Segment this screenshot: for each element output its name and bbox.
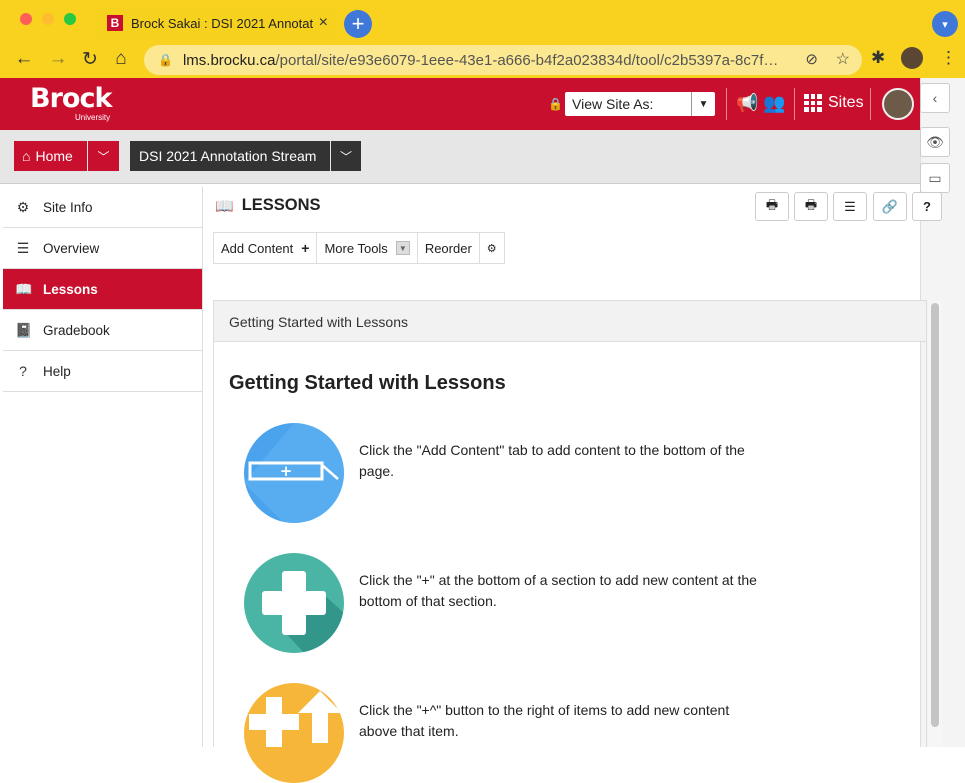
url-text: lms.brocku.ca/portal/site/e93e6079-1eee-…	[182, 51, 779, 69]
tool-lessons[interactable]: 📖 Lessons	[3, 269, 202, 310]
current-site-button[interactable]: DSI 2021 Annotation Stream	[130, 141, 330, 171]
add-content-label: Add Content	[221, 240, 294, 256]
tool-label: Help	[43, 363, 71, 379]
step-2-text: Click the "+" at the bottom of a section…	[359, 572, 757, 609]
gear-icon: ⚙	[16, 198, 30, 215]
help-icon: ?	[923, 199, 931, 214]
tool-site-info[interactable]: ⚙ Site Info	[3, 187, 202, 228]
print-view-button[interactable]: 🖶	[755, 192, 789, 221]
lock-icon: 🔒	[548, 97, 563, 111]
megaphone-icon[interactable]: 📢	[736, 93, 758, 114]
reorder-button[interactable]: Reorder	[418, 233, 480, 263]
view-site-as-select[interactable]: View Site As: ▼	[565, 92, 715, 116]
list-icon: ☰	[16, 239, 30, 256]
home-icon[interactable]: ⌂	[110, 48, 132, 70]
chevron-down-icon: ▼	[691, 92, 715, 116]
chevron-down-icon: ﹀	[97, 149, 110, 164]
tool-menu: ⚙ Site Info ☰ Overview 📖 Lessons 📓 Grade…	[3, 187, 203, 747]
index-button[interactable]: ☰	[833, 192, 867, 221]
tool-label: Overview	[43, 240, 100, 256]
home-icon: ⌂	[22, 148, 31, 164]
gradebook-icon: 📓	[15, 321, 33, 338]
gear-icon: ⚙	[486, 242, 497, 255]
forward-arrow-icon[interactable]: →	[47, 48, 69, 70]
step-1-text: Click the "Add Content" tab to add conte…	[359, 442, 745, 479]
home-dropdown-button[interactable]: ﹀	[88, 141, 119, 171]
close-window-dot[interactable]	[20, 13, 32, 25]
print-button[interactable]: 🖶	[794, 192, 828, 221]
scrollbar-thumb[interactable]	[931, 303, 939, 727]
tool-help[interactable]: ? Help	[3, 351, 202, 392]
tab-title: Brock Sakai : DSI 2021 Annotat	[131, 15, 314, 31]
profile-menu-icon[interactable]: ▾	[932, 11, 958, 37]
user-avatar[interactable]	[882, 88, 914, 120]
tool-label: Gradebook	[43, 322, 110, 338]
new-tab-button[interactable]: +	[344, 10, 372, 38]
plus-up-illustration	[244, 683, 344, 783]
more-tools-label: More Tools	[324, 240, 388, 256]
more-tools-button[interactable]: More Tools ▼	[317, 233, 418, 263]
link-button[interactable]: 🔗	[873, 192, 907, 221]
header-divider	[870, 88, 871, 120]
print-icon: 🖶	[804, 196, 818, 212]
reload-icon[interactable]: ↻	[79, 48, 101, 70]
tool-label: Site Info	[43, 199, 93, 215]
scrollbar[interactable]	[928, 300, 942, 747]
home-site-label: Home	[35, 148, 73, 164]
grid-icon	[804, 94, 822, 112]
maximize-window-dot[interactable]	[64, 13, 76, 25]
home-site-button[interactable]: ⌂ Home	[14, 141, 87, 171]
add-content-button[interactable]: Add Content +	[214, 233, 318, 263]
plus-illustration	[244, 553, 344, 653]
sites-button[interactable]: Sites	[804, 94, 864, 112]
favicon: B	[107, 15, 123, 31]
minimize-window-dot[interactable]	[42, 13, 54, 25]
lessons-panel: Getting Started with Lessons	[213, 300, 927, 747]
chevron-down-icon: ▼	[395, 241, 410, 255]
collapse-chevron-icon[interactable]: ‹	[920, 83, 950, 113]
book-open-icon: 📖	[15, 280, 33, 297]
panel-header: Getting Started with Lessons	[214, 301, 926, 342]
note-icon[interactable]: ▭	[920, 163, 950, 193]
step-3-text: Click the "+^" button to the right of it…	[359, 702, 730, 739]
settings-button[interactable]: ⚙	[480, 233, 504, 263]
help-icon: ?	[19, 363, 27, 379]
list-icon: ☰	[844, 198, 856, 214]
tab-close-icon[interactable]: ×	[319, 14, 328, 32]
view-site-as-label: View Site As:	[572, 96, 654, 112]
book-open-icon: 📖	[215, 197, 234, 215]
eye-icon[interactable]: 👁	[920, 127, 950, 157]
print-icon: 🖶	[765, 196, 779, 212]
site-dropdown-button[interactable]: ﹀	[331, 141, 361, 171]
tool-label: Lessons	[43, 281, 98, 297]
chevron-down-icon: ﹀	[339, 149, 352, 164]
extensions-icon[interactable]: ✱	[871, 48, 885, 68]
help-button[interactable]: ?	[912, 192, 942, 221]
page-title: 📖 LESSONS	[215, 196, 321, 215]
browser-tab[interactable]: B Brock Sakai : DSI 2021 Annotat ×	[97, 6, 338, 40]
lock-icon: 🔒	[158, 53, 173, 67]
svg-text:+: +	[280, 462, 293, 480]
link-icon: 🔗	[881, 198, 899, 214]
sites-label: Sites	[828, 94, 864, 111]
tool-overview[interactable]: ☰ Overview	[3, 228, 202, 269]
add-content-tab-illustration: +	[244, 423, 344, 523]
browser-profile-avatar[interactable]	[901, 47, 923, 69]
brock-logo-sub: University	[75, 113, 111, 122]
back-arrow-icon[interactable]: ←	[13, 48, 35, 70]
plus-icon: +	[301, 240, 310, 256]
reorder-label: Reorder	[424, 240, 472, 256]
header-divider	[726, 88, 727, 120]
brock-logo[interactable]: Brock	[30, 83, 112, 114]
browser-menu-icon[interactable]: ⋮	[940, 48, 957, 68]
address-bar[interactable]: 🔒 lms.brocku.ca/portal/site/e93e6079-1ee…	[144, 45, 862, 75]
eye-slash-icon[interactable]: ⊘	[805, 50, 818, 68]
tool-gradebook[interactable]: 📓 Gradebook	[3, 310, 202, 351]
users-icon[interactable]: 👥	[763, 93, 785, 114]
lessons-toolbar: Add Content + More Tools ▼ Reorder ⚙	[213, 232, 505, 264]
header-divider	[794, 88, 795, 120]
page-title-text: LESSONS	[241, 196, 321, 214]
section-heading: Getting Started with Lessons	[229, 372, 506, 394]
star-icon[interactable]: ☆	[836, 49, 850, 69]
